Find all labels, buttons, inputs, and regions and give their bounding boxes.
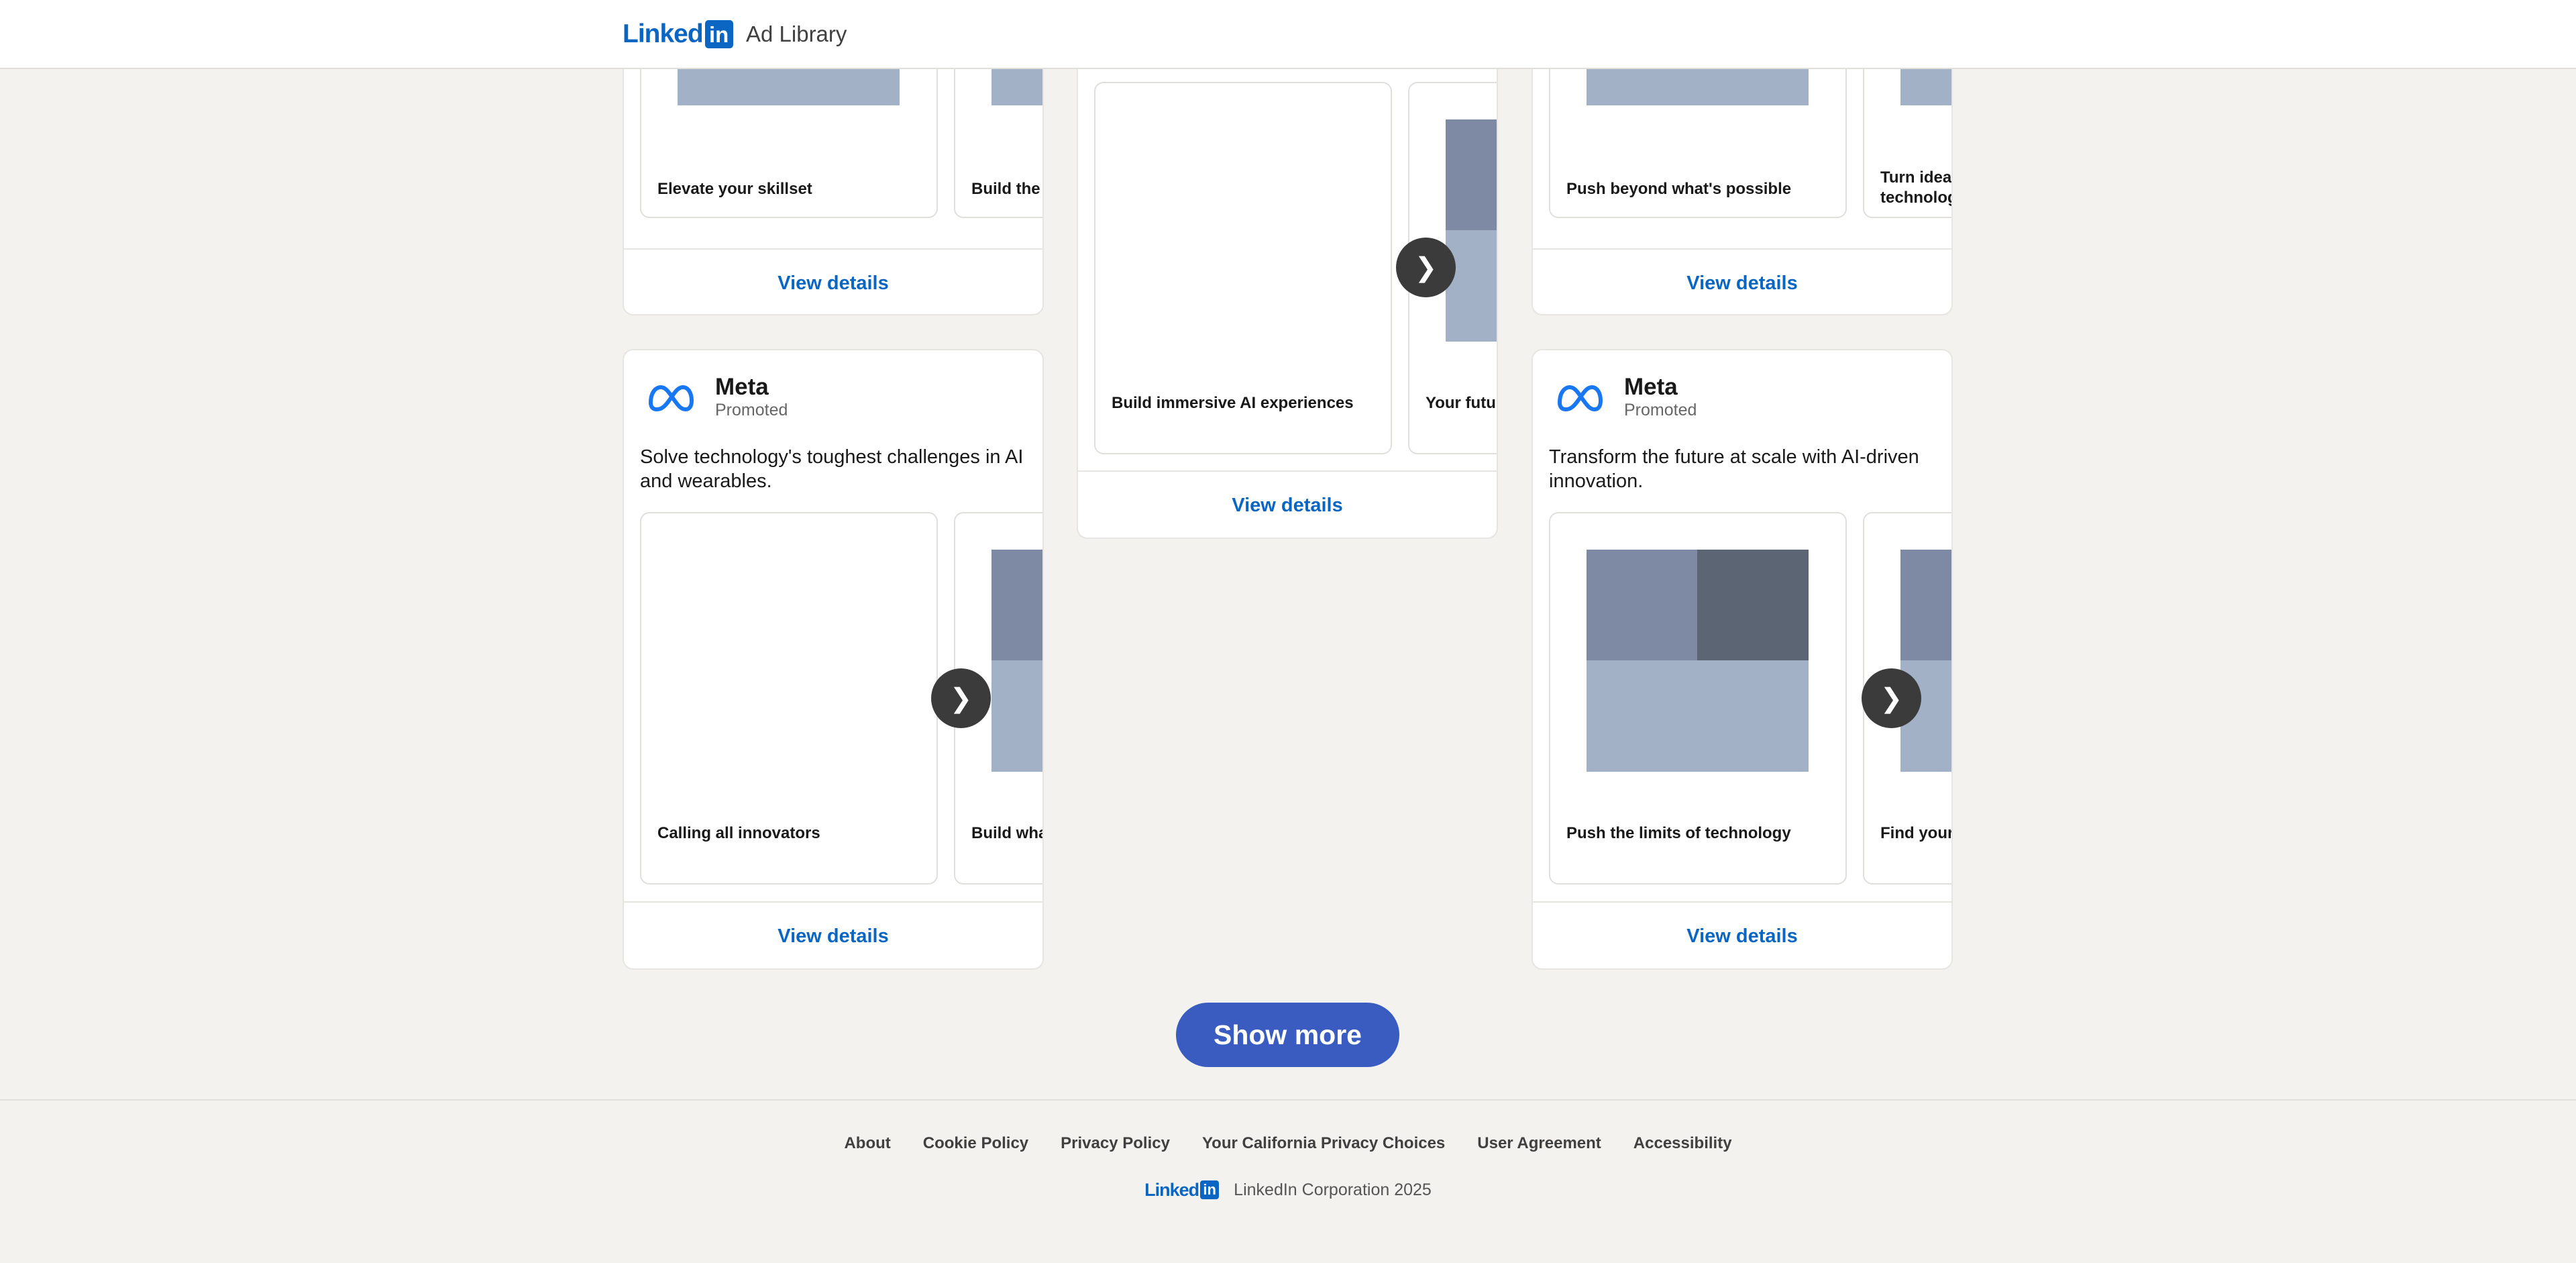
meta-logo-icon <box>1558 385 1603 411</box>
linkedin-logo-icon[interactable]: Linked in <box>623 19 733 48</box>
view-details-link[interactable]: View details <box>777 925 889 948</box>
card-footer: View details <box>624 901 1042 968</box>
copyright-text: LinkedIn Corporation 2025 <box>1234 1180 1432 1199</box>
slide-image <box>1900 550 1951 772</box>
footer-link-privacy-policy[interactable]: Privacy Policy <box>1061 1134 1170 1153</box>
slide-title: Calling all innovators <box>657 824 820 842</box>
view-details-link[interactable]: View details <box>1232 495 1343 517</box>
chevron-right-icon: ❯ <box>1880 683 1903 713</box>
slide-title: Build immersive AI experiences <box>1112 394 1354 412</box>
slide-image <box>1132 119 1354 342</box>
slide-title: Build wha <box>971 824 1044 842</box>
carousel-slide[interactable]: Build immersive AI experiences <box>1094 82 1392 454</box>
slide-title: Find your <box>1880 824 1953 842</box>
carousel-slide[interactable]: Push the limits of technology <box>1549 512 1847 885</box>
advertiser-name: Meta <box>1624 374 1678 400</box>
show-more-button[interactable]: Show more <box>1176 1003 1399 1067</box>
footer-link-california-privacy[interactable]: Your California Privacy Choices <box>1202 1134 1445 1153</box>
ad-card-center: Build immersive AI experiences Your futu… <box>1077 0 1498 539</box>
footer-link-user-agreement[interactable]: User Agreement <box>1477 1134 1601 1153</box>
card-footer: View details <box>1078 470 1497 538</box>
view-details-link[interactable]: View details <box>777 272 889 295</box>
slide-image <box>991 550 1042 772</box>
carousel-next-button[interactable]: ❯ <box>1396 238 1456 297</box>
advertiser-name: Meta <box>715 374 769 400</box>
ad-library-title[interactable]: Ad Library <box>746 20 847 48</box>
chevron-right-icon: ❯ <box>949 683 973 713</box>
ad-copy: Transform the future at scale with AI-dr… <box>1549 446 1919 492</box>
view-details-link[interactable]: View details <box>1686 272 1798 295</box>
footer-link-cookie-policy[interactable]: Cookie Policy <box>923 1134 1028 1153</box>
slide-image <box>1587 550 1809 772</box>
slide-title: Push the limits of technology <box>1566 824 1791 842</box>
slide-title: Turn idea technolog <box>1880 168 1953 207</box>
carousel-slide[interactable]: Calling all innovators <box>640 512 938 885</box>
slide-title: Build the <box>971 180 1040 198</box>
slide-title: Your futu <box>1426 394 1496 412</box>
ad-card-bottom-right: Meta Promoted Transform the future at sc… <box>1532 349 1953 970</box>
card-footer: View details <box>624 248 1042 314</box>
footer-bottom: Linked in LinkedIn Corporation 2025 <box>0 1176 2576 1204</box>
card-footer: View details <box>1533 901 1951 968</box>
slide-title: Push beyond what's possible <box>1566 180 1792 198</box>
advertiser-info[interactable]: Meta Promoted <box>1556 374 1697 420</box>
ad-copy: Solve technology's toughest challenges i… <box>640 446 1024 492</box>
ad-carousel: Build immersive AI experiences Your futu… <box>1094 82 1497 454</box>
slide-image <box>1446 119 1497 342</box>
ad-carousel: Calling all innovators Build wha ❯ <box>640 512 1044 885</box>
ad-carousel: Push the limits of technology Find your … <box>1549 512 1953 885</box>
slide-image <box>678 550 900 772</box>
top-bar: Linked in Ad Library <box>0 0 2576 69</box>
footer-links: About Cookie Policy Privacy Policy Your … <box>0 1134 2576 1153</box>
footer-divider <box>0 1099 2576 1101</box>
footer-link-accessibility[interactable]: Accessibility <box>1633 1134 1732 1153</box>
carousel-next-button[interactable]: ❯ <box>931 668 991 728</box>
promoted-label: Promoted <box>1624 401 1697 419</box>
view-details-link[interactable]: View details <box>1686 925 1798 948</box>
chevron-right-icon: ❯ <box>1414 252 1438 283</box>
carousel-next-button[interactable]: ❯ <box>1862 668 1921 728</box>
linkedin-logo-icon: Linked in <box>1144 1176 1220 1204</box>
promoted-label: Promoted <box>715 401 788 419</box>
ad-card-bottom-left: Meta Promoted Solve technology's toughes… <box>623 349 1044 970</box>
slide-title: Elevate your skillset <box>657 180 812 198</box>
card-footer: View details <box>1533 248 1951 314</box>
footer-link-about[interactable]: About <box>844 1134 890 1153</box>
advertiser-info[interactable]: Meta Promoted <box>647 374 788 420</box>
meta-logo-icon <box>649 385 694 411</box>
